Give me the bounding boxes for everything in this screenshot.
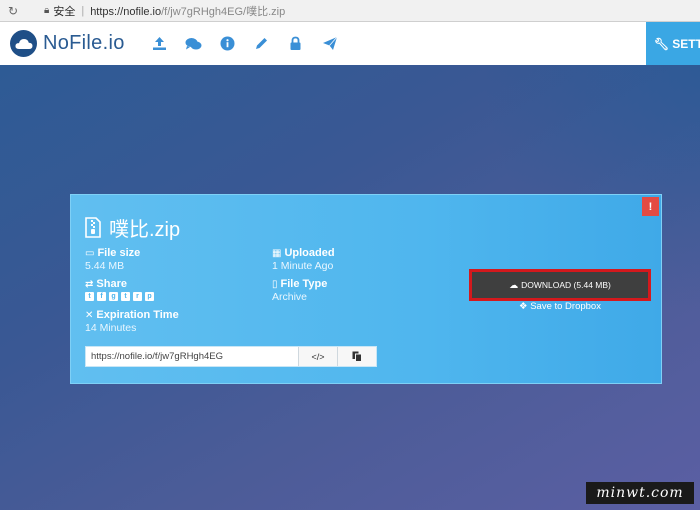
google-plus-icon[interactable]: g (109, 292, 118, 301)
share-label: Share (96, 278, 127, 290)
retweet-icon: ⇄ (85, 278, 94, 290)
copy-icon (352, 351, 362, 362)
send-icon[interactable] (313, 29, 347, 59)
close-icon: ✕ (85, 309, 94, 321)
pinterest-icon[interactable]: p (145, 292, 154, 301)
settings-label: SETTINGS (672, 36, 700, 51)
lock-nav-icon[interactable] (279, 29, 313, 59)
file-size-block: ▭ File size 5.44 MB (85, 247, 140, 272)
app-header: NoFile.io 🔧︎ SETT (0, 22, 700, 65)
url-path: /f/jw7gRHgh4EG/噗比.zip (161, 5, 286, 18)
file-title: 噗比.zip (85, 213, 180, 242)
download-button[interactable]: ☁ DOWNLOAD (5.44 MB) (469, 269, 651, 301)
reddit-icon[interactable]: r (133, 292, 142, 301)
calendar-icon: ▦ (272, 247, 282, 259)
url-host: https://nofile.io (90, 5, 162, 18)
file-card: ! 噗比.zip ▭ File size 5.44 MB ▦ Uploaded 1 … (70, 194, 662, 384)
embed-code-button[interactable]: </> (298, 347, 337, 366)
report-button[interactable]: ! (642, 197, 659, 216)
lock-icon: 🔒︎ (44, 5, 50, 16)
save-to-dropbox-link[interactable]: ❖ Save to Dropbox (469, 301, 651, 312)
zip-file-icon (85, 217, 101, 238)
file-name: 噗比.zip (109, 219, 181, 241)
copy-link-button[interactable] (337, 347, 376, 366)
chat-icon[interactable] (177, 29, 211, 59)
file-type-label: File Type (280, 278, 328, 290)
logo-text: NoFile.io (43, 32, 125, 54)
share-icons: t f g t r p (85, 292, 157, 301)
uploaded-block: ▦ Uploaded 1 Minute Ago (272, 247, 335, 272)
browser-address-bar: ↻ 🔒︎ 安全 | https://nofile.io/f/jw7gRHgh4E… (0, 0, 700, 22)
upload-icon[interactable] (143, 29, 177, 59)
twitter-icon[interactable]: t (85, 292, 94, 301)
facebook-icon[interactable]: f (97, 292, 106, 301)
uploaded-value: 1 Minute Ago (272, 260, 334, 272)
hdd-icon: ▭ (85, 247, 95, 259)
file-icon: ▯ (272, 278, 278, 290)
file-type-value: Archive (272, 291, 308, 303)
site-watermark: minwt.com (586, 482, 694, 504)
logo[interactable]: NoFile.io (10, 30, 125, 57)
share-link-box: </> (85, 346, 377, 367)
reload-icon[interactable]: ↻ (4, 4, 22, 18)
share-block: ⇄ Share t f g t r p (85, 278, 157, 301)
share-link-input[interactable] (86, 347, 298, 366)
cloud-download-icon: ☁ (509, 279, 519, 290)
dropbox-icon: ❖ (519, 301, 528, 312)
dropbox-label: Save to Dropbox (530, 301, 601, 312)
header-nav (143, 29, 347, 59)
info-icon[interactable] (211, 29, 245, 59)
tumblr-icon[interactable]: t (121, 292, 130, 301)
code-icon: </> (311, 351, 325, 362)
expiration-block: ✕ Expiration Time 14 Minutes (85, 309, 179, 334)
file-size-label: File size (97, 247, 141, 259)
file-size-value: 5.44 MB (85, 260, 125, 272)
uploaded-label: Uploaded (284, 247, 335, 259)
secure-label: 安全 (53, 5, 76, 18)
expiration-value: 14 Minutes (85, 322, 137, 334)
address-separator: | (81, 4, 85, 17)
pencil-icon[interactable] (245, 29, 279, 59)
expiration-label: Expiration Time (96, 309, 179, 321)
cloud-logo-icon (10, 30, 37, 57)
download-label: DOWNLOAD (5.44 MB) (521, 280, 611, 290)
file-type-block: ▯ File Type Archive (272, 278, 327, 303)
wrench-icon: 🔧︎ (654, 36, 670, 51)
settings-button[interactable]: 🔧︎ SETTINGS (646, 22, 700, 65)
address-url[interactable]: https://nofile.io/f/jw7gRHgh4EG/噗比.zip (90, 3, 285, 19)
